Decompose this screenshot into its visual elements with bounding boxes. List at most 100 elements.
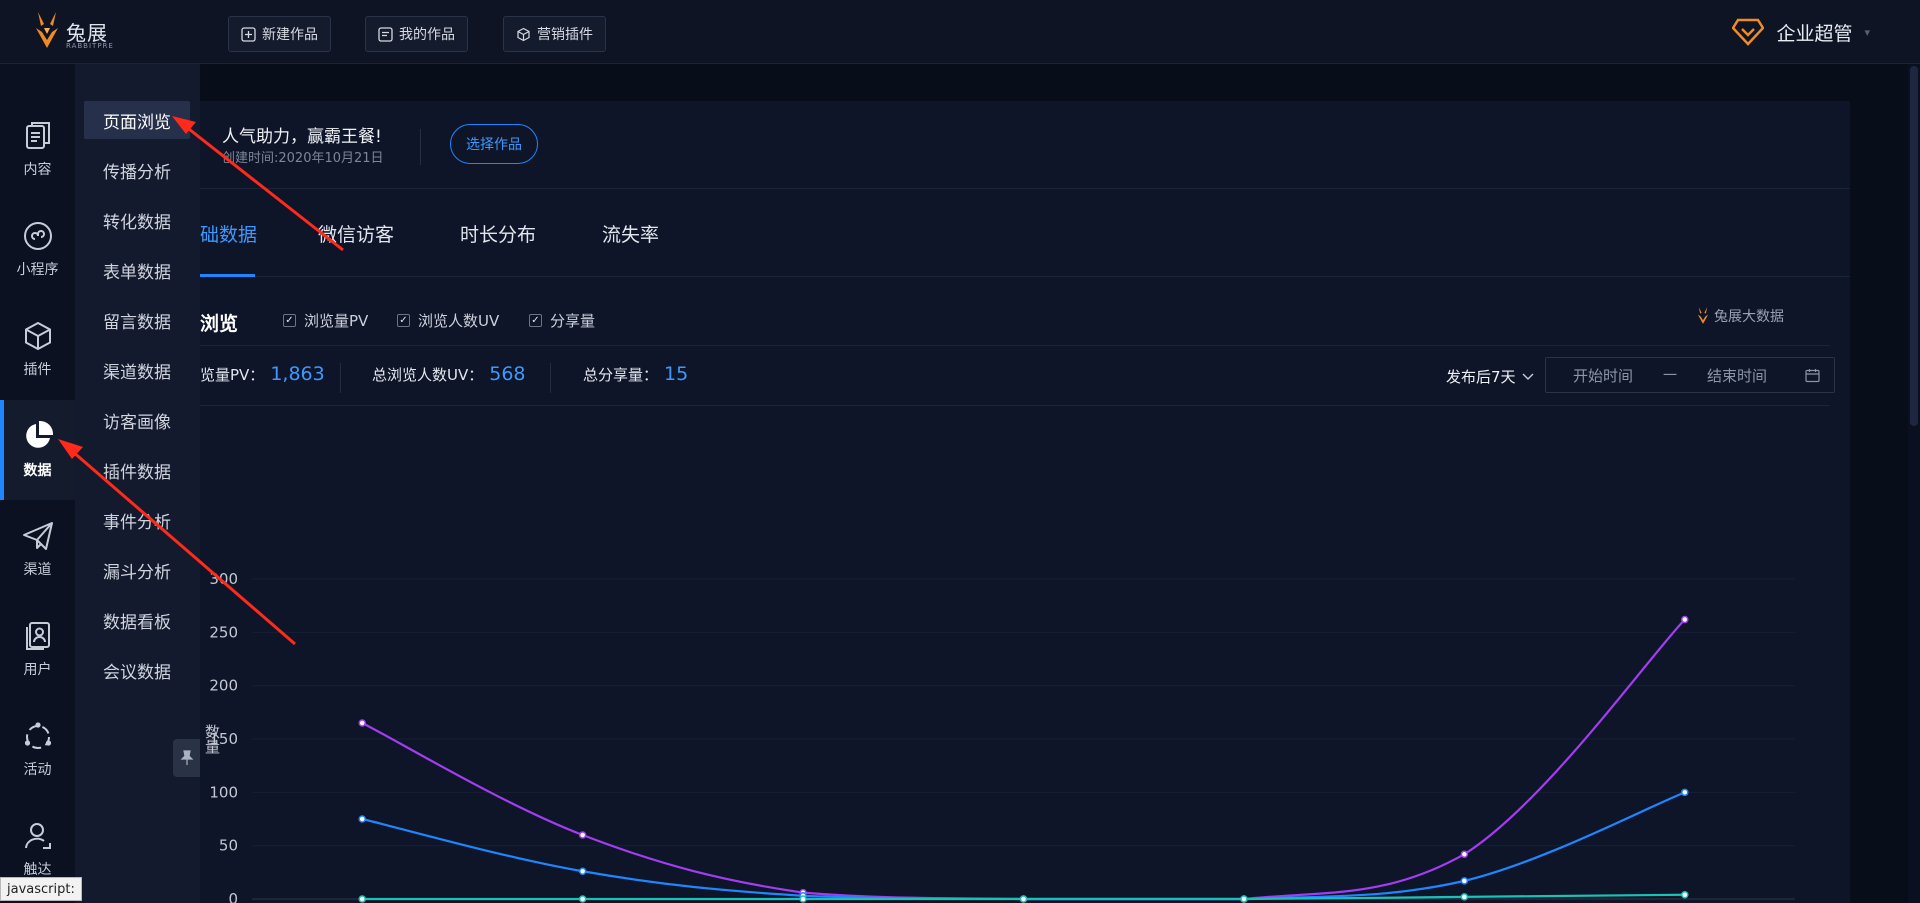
rail-label: 内容 — [23, 162, 52, 178]
plugin-icon — [24, 321, 51, 351]
pin-submenu-button[interactable] — [173, 739, 200, 777]
tab-wechat-visitors[interactable]: 微信访客 — [318, 189, 394, 277]
project-title: 人气助力，赢霸王餐! — [222, 127, 382, 147]
marketing-plugins-label: 营销插件 — [537, 27, 593, 43]
submenu-comment-data[interactable]: 留言数据 — [84, 301, 190, 339]
rail-label: 插件 — [23, 362, 52, 378]
legend-label: 浏览人数UV — [418, 312, 500, 330]
my-works-label: 我的作品 — [399, 27, 455, 43]
submenu-page-views[interactable]: 页面浏览 — [84, 101, 190, 139]
data-point — [358, 815, 366, 823]
tab-duration-distribution[interactable]: 时长分布 — [460, 189, 536, 277]
y-axis-label: 数量 — [203, 724, 221, 754]
chevron-down-icon: ▾ — [1864, 25, 1870, 39]
my-works-button[interactable]: 我的作品 — [365, 16, 468, 52]
submenu-dashboard[interactable]: 数据看板 — [84, 601, 190, 639]
rail-item-miniprogram[interactable]: 小程序 — [0, 200, 75, 300]
tab-bounce-rate[interactable]: 流失率 — [602, 189, 659, 277]
cube-icon — [517, 27, 530, 41]
brand-tag: 兔展大数据 — [1696, 305, 1784, 327]
y-tick-label: 100 — [209, 783, 238, 801]
y-tick-label: 0 — [228, 890, 238, 903]
submenu-meeting-data[interactable]: 会议数据 — [84, 651, 190, 689]
miniprogram-icon — [23, 222, 52, 250]
legend-toggle-pv[interactable]: ✓ 浏览量PV — [283, 310, 368, 331]
legend-label: 分享量 — [550, 312, 596, 330]
pin-icon — [180, 750, 193, 765]
submenu-form-data[interactable]: 表单数据 — [84, 251, 190, 289]
chevron-down-icon — [1522, 373, 1534, 380]
stat-value: 568 — [489, 363, 526, 385]
brand-tag-label: 兔展大数据 — [1714, 309, 1784, 325]
data-submenu: 页面浏览 传播分析 转化数据 表单数据 留言数据 渠道数据 访客画像 插件数据 … — [75, 64, 200, 903]
user-menu[interactable]: 企业超管 ▾ — [1732, 14, 1870, 50]
date-separator: 一 — [1663, 368, 1677, 384]
top-bar: 兔展 RABBITPRE 新建作品 我的作品 营销插件 企业超管 ▾ — [0, 0, 1920, 64]
range-dropdown[interactable]: 发布后7天 — [1446, 366, 1534, 387]
stat-label: 总浏览人数UV： — [372, 366, 484, 384]
scrollbar-thumb[interactable] — [1910, 66, 1918, 426]
legend-toggle-shares[interactable]: ✓ 分享量 — [529, 310, 595, 331]
rail-item-content[interactable]: 内容 — [0, 100, 75, 200]
rail-label: 数据 — [23, 463, 52, 479]
content-icon — [25, 122, 50, 149]
rail-label: 活动 — [23, 762, 52, 778]
submenu-channel-data[interactable]: 渠道数据 — [84, 351, 190, 389]
data-point — [1460, 850, 1469, 858]
logo[interactable]: 兔展 RABBITPRE — [32, 10, 114, 54]
rail-item-data[interactable]: 数据 — [0, 400, 75, 500]
rail-label: 触达 — [23, 862, 52, 878]
submenu-event-analysis[interactable]: 事件分析 — [84, 501, 190, 539]
marketing-plugins-button[interactable]: 营销插件 — [503, 16, 606, 52]
data-point — [1240, 895, 1248, 903]
stat-value: 1,863 — [270, 363, 325, 385]
stat-label: 总分享量： — [583, 366, 659, 384]
logo-subtitle: RABBITPRE — [66, 42, 114, 50]
stat-total-shares: 总分享量： 15 — [583, 363, 688, 385]
rail-label: 小程序 — [16, 262, 59, 278]
rail-item-plugins[interactable]: 插件 — [0, 300, 75, 400]
data-point — [578, 867, 587, 876]
user-name: 企业超管 — [1776, 22, 1853, 45]
rail-item-activities[interactable]: 活动 — [0, 700, 75, 800]
user-card-icon — [25, 622, 50, 650]
rail-item-channels[interactable]: 渠道 — [0, 500, 75, 600]
submenu-plugin-data[interactable]: 插件数据 — [84, 451, 190, 489]
y-tick-label: 300 — [209, 570, 238, 588]
data-point — [799, 895, 807, 903]
main-panel: 人气助力，赢霸王餐! 创建时间:2020年10月21日 选择作品 础数据 微信访… — [200, 101, 1850, 903]
submenu-visitor-profile[interactable]: 访客画像 — [84, 401, 190, 439]
legend-toggle-uv[interactable]: ✓ 浏览人数UV — [397, 310, 499, 331]
data-point — [1681, 890, 1689, 899]
data-point — [1460, 893, 1469, 901]
divider — [420, 129, 421, 165]
y-tick-label: 250 — [209, 623, 238, 641]
scrollbar[interactable] — [1908, 64, 1920, 903]
legend-label: 浏览量PV — [304, 312, 369, 330]
submenu-conversion-data[interactable]: 转化数据 — [84, 201, 190, 239]
end-date-input[interactable]: 结束时间 — [1680, 365, 1794, 386]
activity-icon — [24, 722, 51, 749]
date-range-picker[interactable]: 开始时间 一 结束时间 — [1545, 357, 1835, 393]
reach-icon — [24, 823, 51, 849]
project-row: 人气助力，赢霸王餐! 创建时间:2020年10月21日 选择作品 — [200, 101, 1850, 189]
rail-item-users[interactable]: 用户 — [0, 600, 75, 700]
tab-basic-data[interactable]: 础数据 — [200, 189, 257, 277]
choose-work-button[interactable]: 选择作品 — [450, 124, 538, 164]
series-line-0 — [361, 618, 1686, 901]
data-point — [1681, 788, 1689, 797]
pie-chart-icon — [25, 420, 53, 448]
chart-header: 浏览 ✓ 浏览量PV ✓ 浏览人数UV ✓ 分享量 兔展大数据 览量PV： 1,… — [200, 277, 1850, 447]
checkbox-checked-icon: ✓ — [397, 314, 410, 327]
start-date-input[interactable]: 开始时间 — [1546, 365, 1660, 386]
data-point — [578, 831, 587, 839]
rabbit-logo-icon — [36, 12, 58, 48]
y-tick-label: 200 — [209, 677, 238, 695]
divider — [340, 363, 341, 393]
submenu-spread-analysis[interactable]: 传播分析 — [84, 151, 190, 189]
submenu-funnel-analysis[interactable]: 漏斗分析 — [84, 551, 190, 589]
calendar-icon[interactable] — [1805, 368, 1820, 383]
checkbox-checked-icon: ✓ — [529, 314, 542, 327]
new-work-button[interactable]: 新建作品 — [228, 16, 331, 52]
data-point — [578, 895, 587, 903]
